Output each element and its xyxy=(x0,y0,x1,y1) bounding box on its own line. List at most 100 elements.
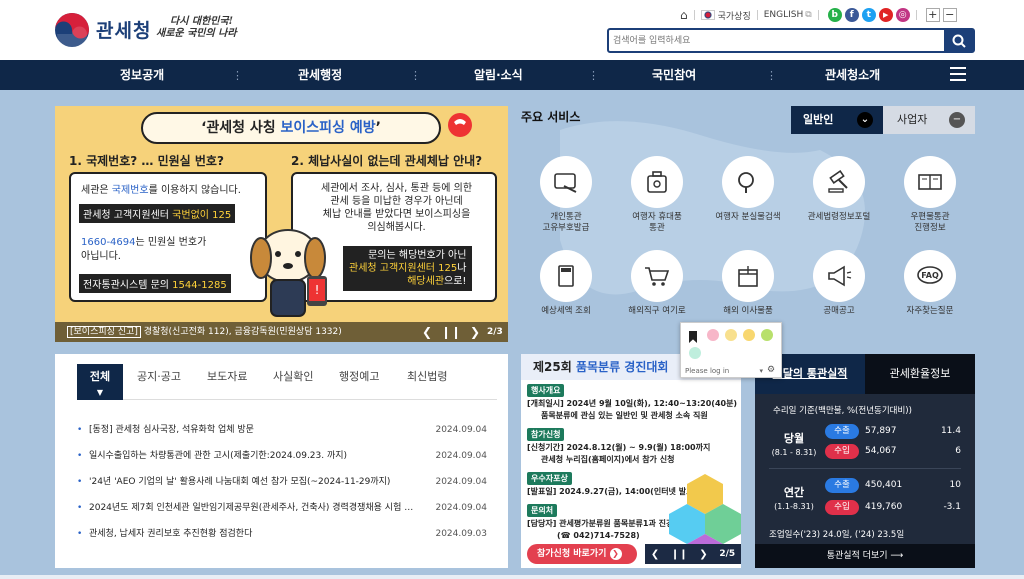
service-personal-customs-code[interactable]: 개인통관 고유부호발급 xyxy=(521,156,611,234)
contest-page-indicator: 2/5 xyxy=(719,549,736,559)
caret-down-icon: ▼ xyxy=(96,388,104,397)
banner-prev-button[interactable]: ❮ xyxy=(417,322,437,342)
panel-left-line-3: 아닙니다. xyxy=(81,251,121,262)
twitter-icon[interactable]: t xyxy=(861,8,876,22)
tab-admin-notice[interactable]: 행정예고 xyxy=(339,364,379,400)
luggage-icon xyxy=(631,156,683,208)
bullet: • xyxy=(77,451,83,461)
nav-participation[interactable]: 국민참여 xyxy=(652,60,696,90)
main-services: 주요 서비스 일반인 ⌄ 사업자 − 개인통관 고유부호발급 여행자 휴대품 통관 … xyxy=(521,106,975,342)
notice-row[interactable]: • 일시수출입하는 차량통관에 관한 고시(제출기한:2024.09.23. 까지… xyxy=(77,448,487,464)
notice-row[interactable]: • 2024년도 제7회 인천세관 일반임기제공무원(관세주사, 건축사) 경력경… xyxy=(77,500,487,516)
color-swatch-gold[interactable] xyxy=(743,329,755,341)
notice-row[interactable]: • [동정] 관세청 심사국장, 석유화학 업체 방문 2024.09.04 xyxy=(77,422,487,438)
minus-icon: − xyxy=(949,112,965,128)
contest-pause-button[interactable]: ❙❙ xyxy=(671,549,688,560)
nav-info-disclosure[interactable]: 정보공개 xyxy=(120,60,164,90)
text: 관세청 고객지원센터 125나 xyxy=(349,262,466,275)
select-value: Please log in xyxy=(685,367,730,375)
service-postal-customs[interactable]: 우편물통관 진행정보 xyxy=(885,156,975,234)
tab-fact-check[interactable]: 사실확인 xyxy=(273,364,313,400)
service-overseas-direct-purchase[interactable]: 해외직구 여기로 xyxy=(612,250,702,317)
banner-pause-button[interactable]: ❙❙ xyxy=(441,322,461,342)
nav-customs-admin[interactable]: 관세행정 xyxy=(298,60,342,90)
faq-icon: FAQ xyxy=(904,250,956,302)
contest-text: 관세청 누리집(홈페이지)에서 참가 신청 xyxy=(541,455,675,464)
youtube-icon[interactable]: ▶ xyxy=(878,8,893,22)
text: 의심해봅시다. xyxy=(367,222,426,233)
customs-stats-panel: 이달의 통관실적 관세환율정보 수리일 기준(백만불, %(전년동기대비)) 당… xyxy=(755,354,975,568)
service-label: 해외직구 여기로 xyxy=(628,306,686,316)
color-swatch-yellow[interactable] xyxy=(725,329,737,341)
search-input[interactable] xyxy=(613,32,933,49)
apply-button[interactable]: 참가신청 바로가기 ❯ xyxy=(527,544,637,564)
gear-icon[interactable]: ⚙ xyxy=(767,365,775,375)
tab-press[interactable]: 보도자료 xyxy=(207,364,247,400)
contest-next-button[interactable]: ❯ xyxy=(699,549,707,560)
search-button[interactable] xyxy=(944,30,973,51)
notice-title[interactable]: 일시수출입하는 차량통관에 관한 고시(제출기한:2024.09.23. 까지) xyxy=(89,448,419,464)
contest-banner[interactable]: 제25회 품목분류 경진대회 행사개요 [개최일시] 2024년 9월 10일(… xyxy=(521,354,741,568)
service-moving-goods[interactable]: 해외 이사물품 xyxy=(703,250,793,317)
color-swatch-green[interactable] xyxy=(761,329,773,341)
service-label: 예상세액 조회 xyxy=(541,306,591,316)
banner-next-button[interactable]: ❯ xyxy=(465,322,485,342)
text: 를 이용하지 않습니다. xyxy=(148,185,241,196)
notice-row[interactable]: • '24년 'AEO 기업의 날' 활용사례 나눔대회 예선 참가 모집(~20… xyxy=(77,474,487,490)
facebook-icon[interactable]: f xyxy=(844,8,859,22)
taegeuk-logo-icon[interactable] xyxy=(54,12,90,48)
tab-latest-law[interactable]: 최신법령 xyxy=(407,364,447,400)
blog-icon[interactable]: b xyxy=(827,8,842,22)
service-faq[interactable]: FAQ 자주찾는질문 xyxy=(885,250,975,317)
banner-page-indicator: 2/3 xyxy=(487,327,503,337)
contest-text: 품목분류에 관심 있는 일반인 및 관세청 소속 직원 xyxy=(541,411,708,420)
service-public-auction[interactable]: 공매공고 xyxy=(794,250,884,317)
notice-title[interactable]: 2024년도 제7회 인천세관 일반임기제공무원(관세주사, 건축사) 경력경쟁… xyxy=(89,500,419,516)
contest-prev-button[interactable]: ❮ xyxy=(651,549,659,560)
text: 전자통관시스템 문의 xyxy=(83,280,173,291)
tab-business[interactable]: 사업자 − xyxy=(883,106,975,134)
tab-notice[interactable]: 공지·공고 xyxy=(137,364,181,400)
year-import-rate: -3.1 xyxy=(943,502,961,512)
search-icon xyxy=(952,34,966,48)
instagram-icon[interactable]: ◎ xyxy=(895,8,910,22)
english-link[interactable]: ENGLISH xyxy=(764,10,804,20)
logo-text[interactable]: 관세청 xyxy=(96,16,151,43)
notice-title[interactable]: 관세청, 납세자 권리보호 추진현황 점검한다 xyxy=(89,526,419,542)
nav-about[interactable]: 관세청소개 xyxy=(825,60,880,90)
link-label: 통관실적 더보기 xyxy=(826,551,888,561)
contest-tag: 참가신청 xyxy=(527,428,565,441)
divider xyxy=(915,10,917,20)
megaphone-icon xyxy=(813,250,865,302)
national-symbol-link[interactable]: 국가상징 xyxy=(718,9,751,22)
nav-news[interactable]: 알림·소식 xyxy=(474,60,523,90)
service-lost-property[interactable]: 여행자 분실물검색 xyxy=(703,156,793,223)
voice-phishing-banner[interactable]: ‘관세청 사칭 보이스피싱 예방’ 1. 국제번호? … 민원실 번호? 2. … xyxy=(55,106,508,342)
service-tax-estimate[interactable]: 예상세액 조회 xyxy=(521,250,611,317)
home-icon[interactable]: ⌂ xyxy=(680,8,688,22)
color-swatch-pink[interactable] xyxy=(707,329,719,341)
stats-more-link[interactable]: 통관실적 더보기 ⟶ xyxy=(755,544,975,568)
notice-row[interactable]: • 관세청, 납세자 권리보호 추진현황 점검한다 2024.09.03 xyxy=(77,526,487,542)
panel-left-black-2: 전자통관시스템 문의 1544-1285 xyxy=(79,274,231,293)
tab-exchange-rate[interactable]: 관세환율정보 xyxy=(865,354,975,394)
period-label: 연간 xyxy=(783,486,805,499)
bookmark-icon[interactable] xyxy=(689,331,697,343)
stats-basis: 수리일 기준(백만불, %(전년동기대비)) xyxy=(773,406,912,416)
zoom-in-button[interactable]: + xyxy=(925,8,940,22)
notice-board: 전체 ▼ 공지·공고 보도자료 사실확인 행정예고 최신법령 • [동정] 관세청 … xyxy=(55,354,508,568)
service-law-portal[interactable]: 관세법령정보포털 xyxy=(794,156,884,223)
color-swatch-mint[interactable] xyxy=(689,347,701,359)
zoom-out-button[interactable]: − xyxy=(942,8,957,22)
service-traveler-baggage[interactable]: 여행자 휴대품 통관 xyxy=(612,156,702,234)
notice-title[interactable]: '24년 'AEO 기업의 날' 활용사례 나눔대회 예선 참가 모집(~202… xyxy=(89,474,419,490)
popup-login-select[interactable]: Please log in ▾ xyxy=(685,367,763,375)
notice-title[interactable]: [동정] 관세청 심사국장, 석유화학 업체 방문 xyxy=(89,422,419,438)
tab-general-public[interactable]: 일반인 ⌄ xyxy=(791,106,883,134)
contest-text: [신청기간] 2024.8.12(월) ~ 9.9(월) 18:00까지 xyxy=(527,443,711,452)
menu-icon[interactable] xyxy=(950,67,966,81)
mail-icon xyxy=(904,156,956,208)
month-export-value: 57,897 xyxy=(865,426,897,436)
service-label: 공매공고 xyxy=(823,306,855,316)
tab-all[interactable]: 전체 ▼ xyxy=(77,364,123,400)
